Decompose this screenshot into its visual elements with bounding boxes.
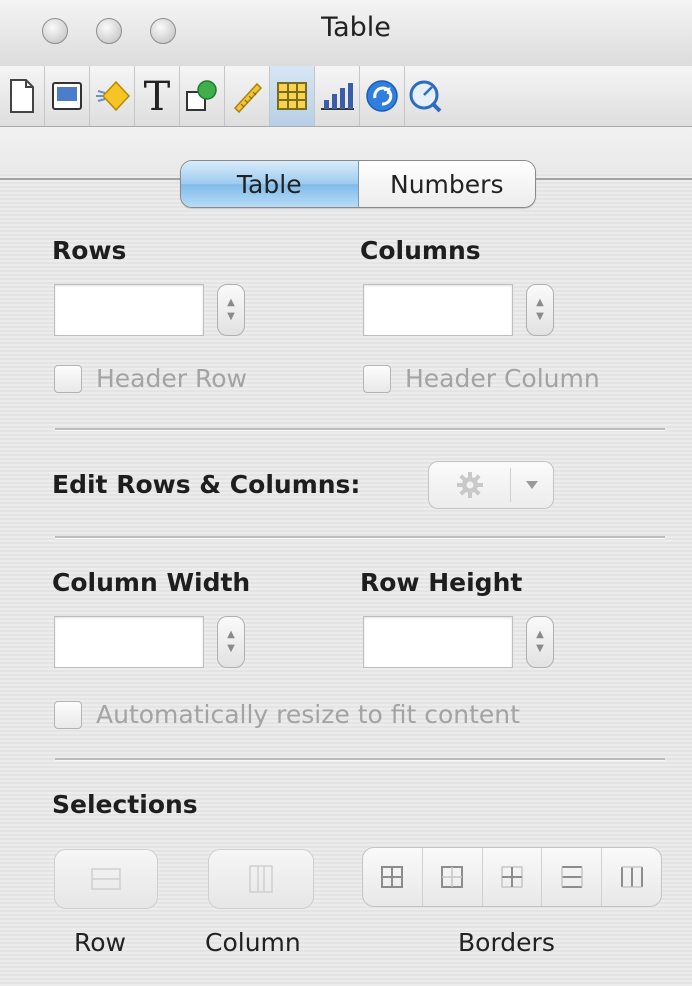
- header-column-option[interactable]: Header Column: [363, 364, 600, 393]
- autoresize-checkbox[interactable]: [54, 700, 82, 729]
- autoresize-label: Automatically resize to fit content: [96, 700, 520, 729]
- hyperlink-inspector-button[interactable]: [360, 66, 405, 126]
- stepper-up-icon: ▲: [227, 297, 235, 308]
- header-column-checkbox[interactable]: [363, 364, 391, 393]
- title-bar: Table: [0, 0, 692, 67]
- stepper-up-icon: ▲: [227, 629, 235, 640]
- rows-stepper[interactable]: ▲ ▼: [217, 284, 245, 336]
- borders-control: [362, 847, 662, 907]
- inspector-toolbar: T: [0, 66, 692, 127]
- row-select-icon: [91, 868, 121, 890]
- header-column-label: Header Column: [405, 364, 600, 393]
- header-row-label: Header Row: [96, 364, 247, 393]
- tab-numbers[interactable]: Numbers: [358, 161, 535, 207]
- columns-field[interactable]: [363, 284, 513, 336]
- edit-rows-columns-menu[interactable]: [428, 461, 554, 509]
- header-row-checkbox[interactable]: [54, 364, 82, 393]
- row-height-label: Row Height: [360, 568, 523, 597]
- column-width-stepper[interactable]: ▲ ▼: [217, 616, 245, 668]
- inspector-window: Table T Table Numbers Rows Columns ▲ ▼ ▲…: [0, 0, 692, 986]
- rows-field[interactable]: [54, 284, 204, 336]
- text-inspector-button[interactable]: T: [135, 66, 180, 126]
- border-outside-icon: [441, 866, 464, 888]
- columns-label: Columns: [360, 236, 481, 265]
- header-row-option[interactable]: Header Row: [54, 364, 247, 393]
- metrics-inspector-button[interactable]: [225, 66, 270, 126]
- table-inspector-button[interactable]: [270, 66, 315, 126]
- border-vertical-icon: [620, 866, 643, 888]
- column-caption: Column: [205, 928, 301, 957]
- chart-inspector-button[interactable]: [315, 66, 360, 126]
- stepper-down-icon: ▼: [227, 311, 235, 322]
- gear-icon: [429, 462, 510, 508]
- layout-icon: [52, 82, 82, 110]
- rows-label: Rows: [52, 236, 127, 265]
- column-select-icon: [249, 865, 273, 893]
- section-divider: [55, 428, 665, 431]
- stepper-down-icon: ▼: [536, 643, 544, 654]
- hyperlink-icon: [366, 80, 398, 112]
- row-caption: Row: [74, 928, 126, 957]
- chevron-down-icon: [511, 462, 553, 508]
- section-divider: [55, 536, 665, 539]
- select-column-button[interactable]: [208, 849, 314, 909]
- quicktime-icon: [409, 80, 442, 113]
- document-icon: [10, 79, 34, 113]
- tab-table[interactable]: Table: [181, 161, 359, 207]
- window-title: Table: [321, 12, 391, 43]
- metrics-icon: [233, 82, 263, 114]
- border-horizontal-icon: [561, 866, 583, 888]
- borders-caption: Borders: [458, 928, 555, 957]
- row-height-stepper[interactable]: ▲ ▼: [526, 616, 554, 668]
- border-all-icon: [381, 866, 404, 888]
- text-icon: T: [144, 76, 171, 116]
- select-row-button[interactable]: [54, 849, 158, 909]
- stepper-up-icon: ▲: [536, 297, 544, 308]
- chart-icon: [321, 83, 354, 110]
- graphic-inspector-button[interactable]: [90, 66, 135, 126]
- document-inspector-button[interactable]: [0, 66, 45, 126]
- border-outside-button[interactable]: [423, 848, 483, 906]
- stepper-down-icon: ▼: [536, 311, 544, 322]
- graphic-icon: [96, 80, 131, 112]
- wrap-icon: [186, 80, 217, 111]
- border-inside-icon: [501, 866, 523, 888]
- edit-rows-columns-label: Edit Rows & Columns:: [52, 470, 361, 499]
- border-horizontal-button[interactable]: [542, 848, 603, 906]
- row-height-field[interactable]: [363, 616, 513, 668]
- layout-inspector-button[interactable]: [45, 66, 90, 126]
- border-inside-button[interactable]: [483, 848, 543, 906]
- autoresize-option[interactable]: Automatically resize to fit content: [54, 700, 520, 729]
- border-all-button[interactable]: [363, 848, 423, 906]
- columns-stepper[interactable]: ▲ ▼: [526, 284, 554, 336]
- selections-title: Selections: [52, 790, 198, 819]
- column-width-label: Column Width: [52, 568, 251, 597]
- inspector-tabs: Table Numbers: [180, 160, 536, 208]
- wrap-inspector-button[interactable]: [180, 66, 225, 126]
- border-vertical-button[interactable]: [602, 848, 661, 906]
- svg-text:T: T: [144, 76, 171, 116]
- section-divider: [55, 758, 665, 761]
- stepper-up-icon: ▲: [536, 629, 544, 640]
- column-width-field[interactable]: [54, 616, 204, 668]
- quicktime-inspector-button[interactable]: [405, 66, 445, 126]
- table-icon: [277, 82, 307, 110]
- stepper-down-icon: ▼: [227, 643, 235, 654]
